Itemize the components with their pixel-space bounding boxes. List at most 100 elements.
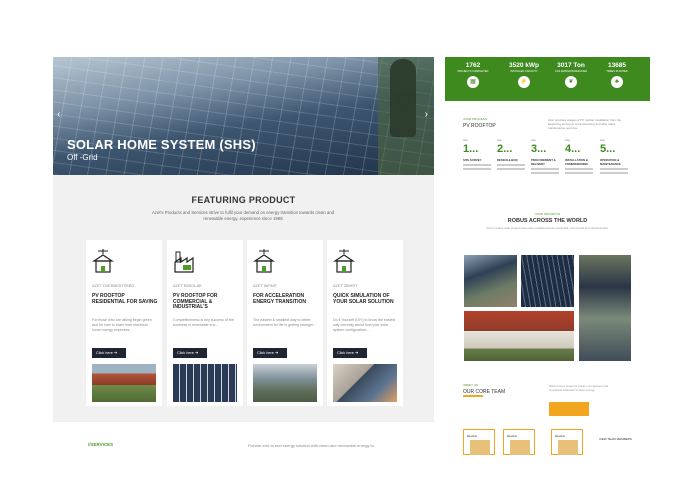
card-text: Do it Yourself (DIY) to know the easiest… [333, 318, 396, 332]
step-number: 4... [565, 143, 581, 155]
step-divider [497, 164, 525, 166]
step-divider [600, 172, 628, 174]
projects-description: Azet's rooftop solar projects have been … [486, 226, 609, 230]
house-solar-icon [253, 249, 275, 273]
card-title: PV ROOFTOP FOR COMMERCIAL & INDUSTRIAL'S [173, 293, 218, 311]
step-number: 3... [531, 143, 547, 155]
stat-label: INSTALLED CAPACITY [510, 70, 538, 73]
stat-emission: 3017 Ton CO2 EMISSION REDUCED ❦ [549, 62, 593, 88]
services-tagline: Provide end to end energy solution with … [248, 443, 374, 448]
card-text: For those who are willing begin green an… [92, 318, 152, 332]
product-card-acceleration: AZET INFINIT FOR ACCELERATION ENERGY TRA… [247, 240, 323, 406]
member-name: Member [507, 434, 518, 438]
services-label: //SERVICES [88, 442, 114, 447]
click-here-button[interactable]: Click here ➔ [253, 348, 287, 358]
card-title: FOR ACCELERATION ENERGY TRANSITION [253, 293, 306, 305]
solar-panels-image [53, 57, 434, 175]
leaf-icon: ❦ [565, 76, 577, 88]
step-name: PROCUREMENT & DELIVERY [531, 158, 556, 166]
step-name: SITE SURVEY [463, 158, 482, 162]
solar-panel-icon: ▦ [467, 76, 479, 88]
product-card-residential: AZET OVERNIGHT/EBG PV ROOFTOP RESIDENTIA… [86, 240, 162, 406]
stat-label: CO2 EMISSION REDUCED [554, 70, 588, 73]
stat-label: TREES PLANTED [606, 70, 628, 73]
process-step: step 4... INSTALLATION & COMMISSIONING [565, 139, 597, 176]
projects-title: ROBUS ACROSS THE WORLD [507, 218, 588, 224]
step-divider [531, 172, 559, 174]
featuring-description: Azet's Products and Services strive to f… [151, 210, 335, 221]
team-photo [549, 402, 589, 416]
process-description: Azet provides stages of PV rooftop insta… [548, 118, 622, 131]
member-name: Member [555, 434, 566, 438]
step-divider [565, 168, 593, 170]
solar-array-image [173, 364, 237, 402]
step-number: 1... [463, 143, 479, 155]
step-number: 2... [497, 143, 513, 155]
card-title: PV ROOFTOP RESIDENTIAL FOR SAVING [92, 293, 158, 305]
step-divider [600, 168, 628, 170]
hero-subtitle: Off -Grid [67, 153, 98, 162]
stat-value: 1762 [465, 62, 481, 69]
worker-figure [390, 59, 416, 137]
card-tag: AZET EBSOLAR [173, 284, 202, 288]
project-photo [579, 255, 631, 361]
stat-value: 3017 Ton [557, 62, 585, 69]
team-description: Behind every project is a team of engine… [549, 384, 609, 392]
stat-capacity: 3520 kWp INSTALLED CAPACITY ⚡ [502, 62, 546, 88]
member-photo [470, 440, 490, 455]
stat-projects: 1762 PROJECTS COMPLETED ▦ [451, 62, 495, 88]
card-tag: AZET ZBHRIT [333, 284, 358, 288]
rooftop-aerial-image [253, 364, 317, 402]
process-step: step 5... OPERATION & MAINTENANCE [600, 139, 632, 176]
factory-solar-icon [174, 251, 194, 273]
member-photo [510, 440, 530, 455]
project-photo [464, 311, 574, 361]
project-photo [521, 255, 574, 307]
product-card-simulation: AZET ZBHRIT QUICK SIMULATION OF YOUR SOL… [327, 240, 403, 406]
product-card-commercial: AZET EBSOLAR PV ROOFTOP FOR COMMERCIAL &… [167, 240, 243, 406]
member-photo [558, 440, 578, 455]
click-here-button[interactable]: Click here ➔ [173, 348, 207, 358]
step-divider [531, 168, 559, 170]
featuring-title: FEATURING PRODUCT [191, 195, 296, 205]
card-tag: AZET OVERNIGHT/EBG [92, 284, 135, 288]
stat-value: 13685 [607, 62, 627, 69]
hero-title: SOLAR HOME SYSTEM (SHS) [67, 137, 256, 152]
process-title: PV ROOFTOP [463, 123, 496, 129]
step-name: OPERATION & MAINTENANCE [600, 158, 621, 166]
step-divider [497, 168, 525, 170]
laptop-simulation-image [333, 364, 397, 402]
house-solar-icon [92, 249, 114, 273]
stat-label: PROJECTS COMPLETED [457, 70, 489, 73]
step-divider [463, 168, 491, 170]
step-number: 5... [600, 143, 616, 155]
team-label: //MEET US [463, 383, 478, 387]
tree-icon: ♣ [611, 76, 623, 88]
project-photo [464, 255, 517, 307]
team-member-card[interactable]: Member [551, 429, 583, 455]
projects-label: //OUR PROJECTS [534, 212, 561, 216]
process-step: step 3... PROCUREMENT & DELIVERY [531, 139, 563, 176]
click-here-button[interactable]: Click here ➔ [92, 348, 126, 358]
view-team-link[interactable]: VIEW TEAM MEMBERS [599, 437, 632, 441]
stat-trees: 13685 TREES PLANTED ♣ [595, 62, 639, 88]
featuring-page-screenshot: ‹ › SOLAR HOME SYSTEM (SHS) Off -Grid FE… [53, 57, 434, 422]
company-page-screenshot: 1762 PROJECTS COMPLETED ▦ 3520 kWp INSTA… [445, 57, 650, 455]
card-text: Competitiveness is key success of the bu… [173, 318, 234, 327]
lightning-icon: ⚡ [518, 76, 530, 88]
team-member-card[interactable]: Member [503, 429, 535, 455]
residential-house-image [92, 364, 156, 402]
team-member-card[interactable]: Member [463, 429, 495, 455]
accent-bar [463, 395, 483, 397]
chevron-right-icon[interactable]: › [425, 109, 428, 120]
stats-bar: 1762 PROJECTS COMPLETED ▦ 3520 kWp INSTA… [445, 57, 650, 101]
step-divider [463, 164, 491, 166]
card-text: The easiest & smallest way to better env… [253, 318, 316, 327]
stat-value: 3520 kWp [509, 62, 539, 69]
click-here-button[interactable]: Click here ➔ [333, 348, 367, 358]
chevron-left-icon[interactable]: ‹ [57, 109, 60, 120]
step-name: INSTALLATION & COMMISSIONING [565, 158, 589, 166]
card-tag: AZET INFINIT [253, 284, 277, 288]
house-solar-icon [333, 249, 355, 273]
process-step: step 1... SITE SURVEY [463, 139, 495, 172]
